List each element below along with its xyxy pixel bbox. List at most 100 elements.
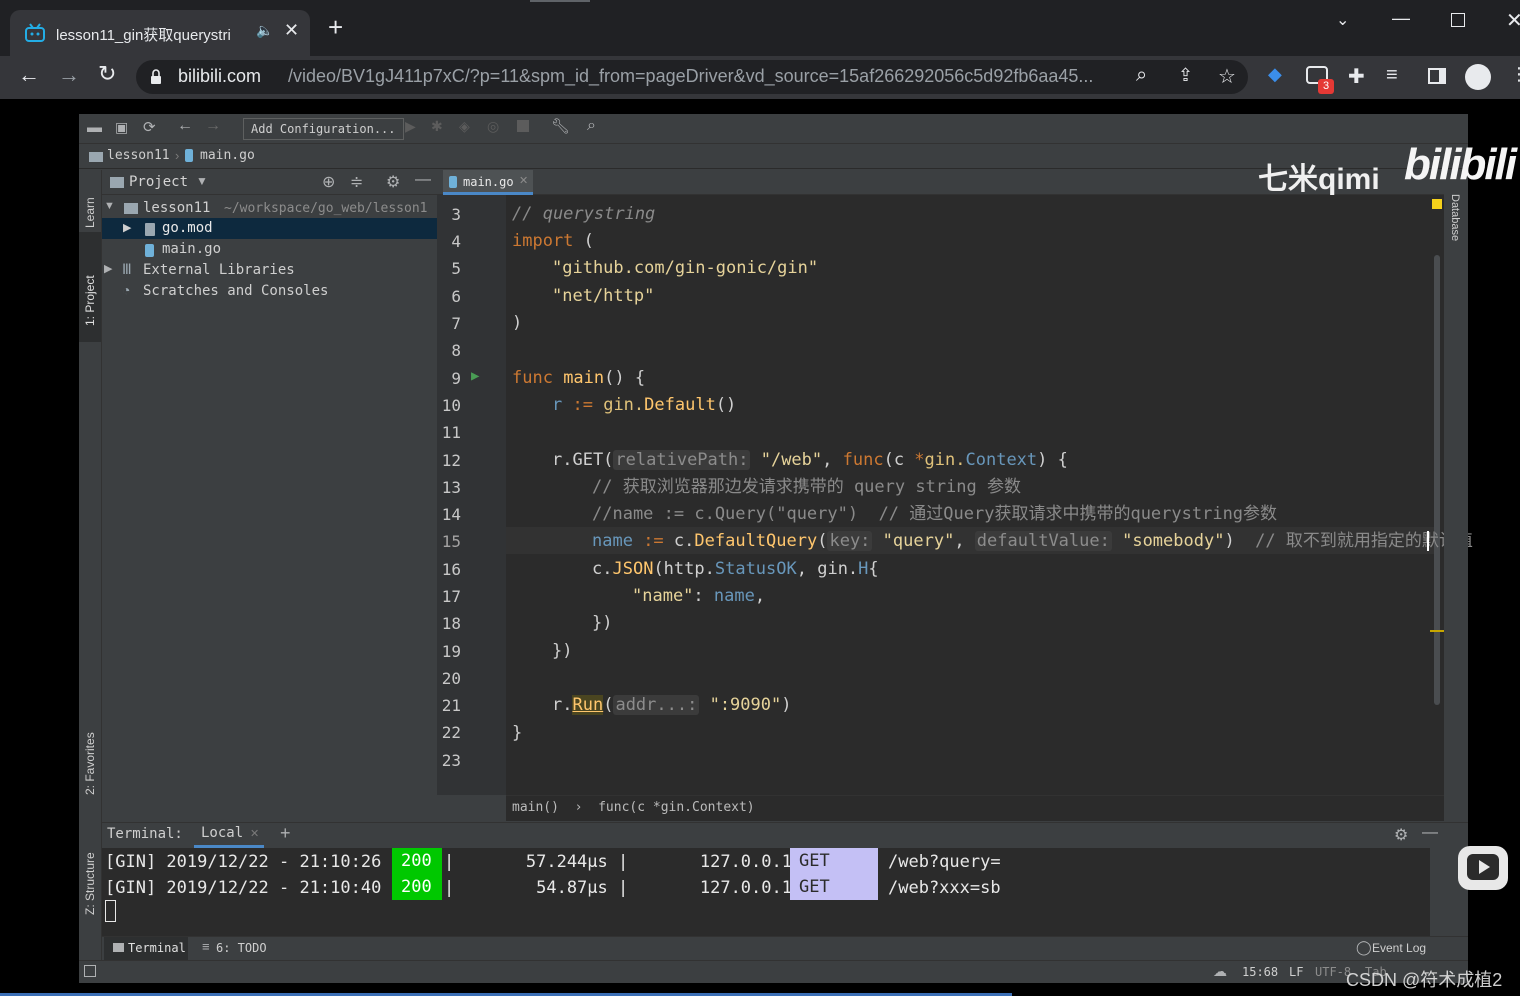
code-text: c. [592,559,613,579]
add-configuration-button[interactable]: Add Configuration... [243,118,404,140]
line-separator[interactable]: LF [1289,965,1303,979]
close-window-icon[interactable]: ✕ [1506,8,1520,33]
tree-expand-icon[interactable]: ▼ [104,200,115,212]
side-tab-favorites[interactable]: 2: Favorites [83,705,97,795]
side-panel-icon[interactable] [1428,68,1446,84]
inspection-indicator[interactable] [1432,199,1442,209]
terminal-gear-icon[interactable]: ⚙ [1394,825,1408,845]
editor-tab-main-go[interactable]: main.go ✕ [443,170,533,195]
save-icon[interactable]: ▣ [115,119,128,136]
tree-collapse-icon[interactable]: ▶ [123,221,131,234]
ide-toolbar: ▬ ▣ ⟳ ← → Add Configuration... ▶ ✱ ◈ ◎ 🔧… [79,114,1468,144]
code-operator: * [914,450,925,470]
chevron-down-icon[interactable]: ▼ [196,174,208,188]
tree-item-external-libraries[interactable]: External Libraries [143,262,295,278]
debug-icon[interactable]: ✱ [431,118,443,135]
line-number: 17 [441,587,461,606]
nav-forward-icon[interactable]: → [205,117,221,135]
hide-panel-icon[interactable]: — [415,171,431,189]
toggle-panels-icon[interactable] [84,965,96,977]
tab-search-icon[interactable]: ⌄ [1336,10,1349,30]
browser-tab-bar: lesson11_gin获取querystri 🔈 ✕ + ⌄ — ✕ [0,0,1520,56]
nav-back-icon[interactable]: ← [177,117,193,135]
editor-tab-label: main.go [463,175,514,189]
menu-dots-icon[interactable]: ⋮ [1510,64,1520,85]
bottom-tab-event-log[interactable]: Event Log [1372,941,1426,955]
breadcrumb-project[interactable]: lesson11 [107,148,170,163]
zoom-icon[interactable]: ⌕ [1136,64,1147,87]
line-number-gutter: 3 4 5 6 7 8 9 10 11 12 13 14 15 16 17 18… [437,195,506,795]
code-package: gin. [603,395,645,415]
close-tab-icon[interactable]: ✕ [284,20,299,41]
tree-collapse-icon[interactable]: ▶ [104,262,112,275]
sync-icon[interactable]: ⟳ [143,118,156,136]
maximize-icon[interactable] [1451,13,1465,27]
close-tab-icon[interactable]: ✕ [519,174,528,187]
bilibili-logo: bilibili [1404,140,1517,189]
locate-icon[interactable]: ⊕ [322,172,335,192]
profile-avatar-icon[interactable] [1465,64,1491,90]
terminal-header: Terminal: Local ✕ + ⚙ — [102,822,1468,848]
bookmark-star-icon[interactable]: ☆ [1218,64,1236,89]
editor-breadcrumb[interactable]: main() › func(c *gin.Context) [512,800,755,815]
code-string: "somebody" [1111,531,1225,551]
new-tab-icon[interactable]: + [328,14,343,40]
address-bar[interactable]: bilibili.com /video/BV1gJ411p7xC/?p=11&s… [136,60,1248,94]
open-folder-icon[interactable]: ▬ [87,119,102,136]
extension-gem-icon[interactable]: ◆ [1268,64,1282,85]
side-tab-structure[interactable]: Z: Structure [83,825,97,915]
bottom-tab-terminal[interactable]: Terminal [104,937,188,960]
run-gutter-icon[interactable]: ▶ [471,368,479,384]
tree-item-scratches[interactable]: Scratches and Consoles [143,283,328,299]
forward-icon[interactable]: → [58,62,80,88]
tree-item-main-go[interactable]: main.go [162,241,221,257]
share-icon[interactable]: ⇪ [1178,65,1193,86]
hide-terminal-icon[interactable]: — [1422,824,1438,842]
collapse-icon[interactable]: ≑ [350,172,363,192]
breadcrumb-file[interactable]: main.go [200,148,255,163]
side-tab-database[interactable]: Database [1449,194,1461,241]
new-terminal-icon[interactable]: + [280,823,291,844]
go-file-icon [145,244,154,257]
root-folder-icon [124,203,138,214]
bottom-tab-todo[interactable]: 6: TODO [216,941,267,955]
terminal-tab-local[interactable]: Local ✕ [194,823,264,848]
gear-icon[interactable]: ⚙ [386,172,400,192]
coverage-icon[interactable]: ◈ [459,118,470,135]
minimize-icon[interactable]: — [1392,8,1410,29]
editor-scrollbar[interactable] [1434,255,1440,705]
error-stripe-mark [1430,630,1444,632]
reload-icon[interactable]: ↻ [98,61,116,87]
back-icon[interactable]: ← [18,62,40,88]
terminal-output[interactable]: [GIN] 2019/12/22 - 21:10:26 | 200 | 57.2… [102,848,1430,936]
line-number: 20 [441,669,461,688]
bilibili-tab-icon [25,23,45,42]
code-text: , [822,450,843,470]
settings-wrench-icon[interactable]: 🔧︎ [551,117,570,135]
speaker-icon[interactable]: 🔈 [256,22,273,39]
tree-item-go-mod[interactable]: go.mod [162,220,213,236]
code-text: } [512,723,523,743]
side-tab-project[interactable]: 1: Project [83,246,97,326]
close-terminal-tab-icon[interactable]: ✕ [250,827,259,840]
tree-root[interactable]: lesson11 [143,200,210,216]
line-number: 11 [441,423,461,442]
profile-run-icon[interactable]: ◎ [487,118,499,135]
go-file-icon [185,149,193,162]
puzzle-icon[interactable]: ✚ [1348,64,1365,89]
run-icon[interactable]: ▶ [405,118,416,135]
side-tab-learn[interactable]: Learn [83,176,97,228]
browser-tab[interactable]: lesson11_gin获取querystri 🔈 ✕ [10,10,310,56]
power-save-icon[interactable]: ☁ [1213,963,1227,980]
project-panel-title[interactable]: Project [129,174,188,190]
code-comment: //name := c.Query("query") // 通过Query获取请… [592,504,1278,524]
caret-position[interactable]: 15:68 [1242,965,1278,979]
code-function: JSON [612,559,654,579]
code-var: name [592,531,633,551]
tree-root-path: ~/workspace/go_web/lesson1 [224,201,428,216]
code-text: ( [573,231,594,251]
search-everywhere-icon[interactable]: ⌕ [587,117,596,135]
stop-icon[interactable] [517,120,529,132]
code-editor[interactable]: // querystring import ( "github.com/gin-… [506,195,1473,795]
reading-list-icon[interactable]: ≡ [1386,64,1398,87]
